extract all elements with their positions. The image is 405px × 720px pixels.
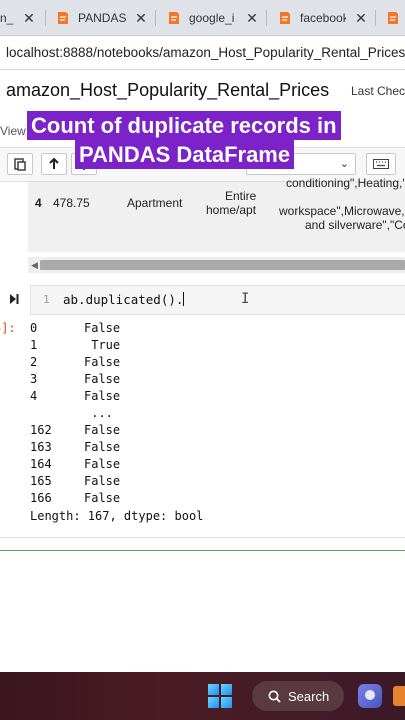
jupyter-icon: [386, 11, 400, 25]
text-cursor: [183, 292, 185, 306]
output-row-value: False: [84, 491, 121, 505]
output-row-value: False: [84, 423, 121, 437]
last-checkpoint: Last Chec: [351, 84, 405, 98]
output-row-value: False: [84, 321, 121, 335]
search-label: Search: [288, 688, 330, 704]
keyboard-icon: [373, 159, 389, 169]
windows-taskbar: Search: [0, 672, 405, 720]
cell-separator: [0, 537, 405, 551]
output-row-index: 162: [30, 423, 52, 437]
table-cell-amenities-2: workspace",Microwave,: [279, 204, 405, 218]
address-bar[interactable]: localhost:8888/notebooks/amazon_Host_Pop…: [0, 36, 405, 70]
table-cell-amenities-3: and silverware","Co: [305, 218, 405, 232]
url-text[interactable]: localhost:8888/notebooks/amazon_Host_Pop…: [6, 45, 405, 60]
line-number: 1: [43, 293, 50, 306]
output-row-index: 166: [30, 491, 52, 505]
output-row-value: False: [84, 389, 121, 403]
close-tab-icon[interactable]: ✕: [245, 10, 259, 27]
table-cell-index: 4: [35, 196, 42, 210]
output-row-index: 0: [30, 321, 38, 335]
paste-icon: [14, 158, 26, 171]
output-row-index: 165: [30, 474, 52, 488]
move-up-button[interactable]: [41, 153, 67, 175]
notebook-header: amazon_Host_Popularity_Rental_Prices Las…: [0, 70, 405, 114]
output-prompt: 5]:: [0, 321, 16, 335]
notebook-title[interactable]: amazon_Host_Popularity_Rental_Prices: [6, 80, 329, 101]
windows-start-icon[interactable]: [208, 684, 232, 708]
app-icon[interactable]: [393, 686, 405, 706]
table-cell-price: 478.75: [53, 196, 90, 210]
search-icon: [268, 690, 281, 703]
horizontal-scrollbar[interactable]: ◀: [28, 257, 405, 273]
overlay-caption-line-2: PANDAS DataFrame: [75, 140, 295, 169]
output-row-value: False: [84, 372, 121, 386]
menu-item-view[interactable]: View: [0, 124, 26, 138]
overlay-caption-line-1: Count of duplicate records in: [27, 111, 341, 140]
output-row-index: 2: [30, 355, 38, 369]
teams-icon[interactable]: [358, 684, 382, 708]
paste-button[interactable]: [7, 153, 33, 175]
scroll-left-icon[interactable]: ◀: [31, 260, 38, 271]
browser-tab-strip: n_ ✕ PANDAS ✕ google_i ✕ facebook ✕: [0, 0, 405, 36]
browser-tab-5[interactable]: [386, 6, 405, 30]
output-row-index: 3: [30, 372, 38, 386]
close-tab-icon[interactable]: ✕: [354, 10, 368, 27]
code-input[interactable]: 1 ab.duplicated(). I: [30, 285, 405, 315]
output-row-value: ...: [84, 406, 113, 420]
scrollbar-thumb[interactable]: [40, 260, 405, 270]
output-footer: Length: 167, dtype: bool: [30, 509, 204, 523]
code-text[interactable]: ab.duplicated().: [63, 292, 185, 307]
output-row-value: False: [84, 474, 121, 488]
browser-tab-1[interactable]: n_ ✕: [0, 6, 42, 30]
output-row-index: 1: [30, 338, 38, 352]
jupyter-icon: [278, 11, 292, 25]
browser-tab-3[interactable]: google_i ✕: [167, 6, 259, 30]
table-cell-property-type: Apartment: [127, 196, 183, 210]
output-row-index: 163: [30, 440, 52, 454]
chevron-down-icon: ⌄: [339, 158, 349, 170]
jupyter-icon: [167, 11, 181, 25]
close-tab-icon[interactable]: ✕: [22, 10, 36, 27]
output-row-value: False: [84, 440, 121, 454]
taskbar-search-button[interactable]: Search: [252, 681, 344, 711]
tab-label: n_: [0, 11, 14, 25]
code-cell[interactable]: 1 ab.duplicated(). I: [0, 285, 405, 315]
ibeam-cursor-icon: I: [241, 291, 250, 307]
command-palette-button[interactable]: [366, 153, 396, 175]
browser-tab-4[interactable]: facebook ✕: [278, 6, 368, 30]
table-cell-amenities-1: conditioning",Heating,": [286, 176, 405, 190]
output-row-index: 4: [30, 389, 38, 403]
browser-tab-2[interactable]: PANDAS ✕: [56, 6, 148, 30]
tab-label: google_i: [189, 11, 235, 25]
tab-label: facebook: [300, 11, 346, 25]
dataframe-table: 4 478.75 Apartment Entire home/apt condi…: [28, 176, 405, 252]
jupyter-icon: [56, 11, 70, 25]
run-cell-icon[interactable]: [9, 293, 19, 305]
table-cell-room-type-2: home/apt: [206, 203, 257, 217]
code-content: ab.duplicated().: [63, 292, 184, 307]
output-row-value: False: [84, 355, 121, 369]
table-cell-room-type-1: Entire: [225, 189, 257, 203]
output-row-value: True: [84, 338, 121, 352]
tab-label: PANDAS: [78, 11, 127, 25]
close-tab-icon[interactable]: ✕: [134, 10, 148, 27]
output-row-value: False: [84, 457, 121, 471]
output-row-index: 164: [30, 457, 52, 471]
arrow-up-icon: [49, 158, 59, 169]
